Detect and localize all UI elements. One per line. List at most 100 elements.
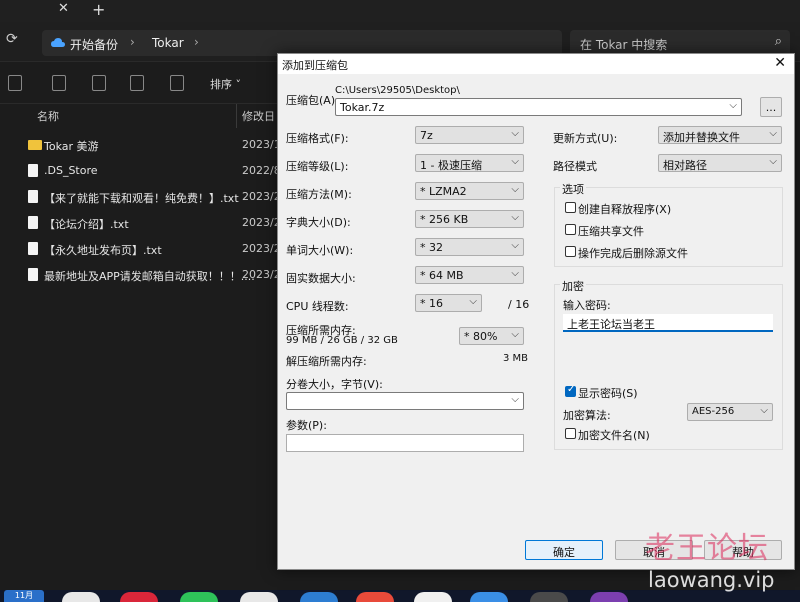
cloud-icon [51,38,65,47]
breadcrumb-separator[interactable]: › [194,35,199,49]
taskbar-app-icon[interactable] [470,592,508,602]
taskbar-app-icon[interactable] [414,592,452,602]
explorer-toolbar: 排序 ˅ [0,62,278,104]
show-password-label[interactable]: 显示密码(S) [578,385,638,401]
chevron-down-icon[interactable]: ⌵ [511,268,519,279]
new-tab-button[interactable]: + [92,0,105,19]
breadcrumb-home[interactable]: 开始备份 [70,36,118,53]
format-value: 7z [420,129,433,142]
chevron-down-icon[interactable]: ⌵ [511,128,519,139]
chevron-down-icon[interactable]: ⌵ [760,405,768,416]
archive-label: 压缩包(A) [286,94,336,107]
column-divider[interactable] [236,104,237,128]
memory-percent-value: * 80% [464,330,498,343]
method-select[interactable]: * LZMA2 ⌵ [415,182,524,200]
shared-checkbox[interactable] [565,224,576,235]
delete-checkbox[interactable] [565,246,576,257]
chevron-down-icon[interactable]: ⌵ [511,184,519,195]
format-select[interactable]: 7z ⌵ [415,126,524,144]
list-item[interactable]: .DS_Store 2022/8 [24,160,281,182]
word-select[interactable]: * 32 ⌵ [415,238,524,256]
show-password-checkbox[interactable] [565,384,576,397]
breadcrumb-separator[interactable]: › [130,35,135,49]
solid-select[interactable]: * 64 MB ⌵ [415,266,524,284]
file-date: 2023/2 [242,242,281,255]
taskbar-calendar-icon[interactable]: 11月 [4,590,44,602]
solid-value: * 64 MB [420,269,464,282]
format-label: 压缩格式(F): [286,132,349,145]
chevron-down-icon[interactable]: ⌵ [769,156,777,167]
taskbar-app-icon[interactable] [62,592,100,602]
search-icon[interactable]: ⌕ [775,34,782,49]
archive-name-value: Tokar.7z [340,101,385,114]
dict-label: 字典大小(D): [286,216,351,229]
path-mode-select[interactable]: 相对路径 ⌵ [658,154,782,172]
file-name: .DS_Store [44,164,98,177]
taskbar-app-icon[interactable] [180,592,218,602]
chevron-down-icon[interactable]: ⌵ [469,296,477,307]
delete-label[interactable]: 操作完成后删除源文件 [578,245,688,261]
options-title: 选项 [560,181,586,197]
chevron-down-icon[interactable]: ⌵ [769,128,777,139]
chevron-down-icon[interactable]: ⌵ [729,100,737,111]
memory-percent-select[interactable]: * 80% ⌵ [459,327,524,345]
taskbar-app-icon[interactable] [590,592,628,602]
encrypt-names-label[interactable]: 加密文件名(N) [578,427,650,443]
share-icon[interactable] [130,75,144,91]
encryption-title: 加密 [560,278,586,294]
dict-select[interactable]: * 256 KB ⌵ [415,210,524,228]
chevron-down-icon[interactable]: ⌵ [511,240,519,251]
browse-button[interactable]: ... [760,97,782,117]
paste-icon[interactable] [52,75,66,91]
file-name: 【永久地址发布页】.txt [44,244,162,257]
cpu-select[interactable]: * 16 ⌵ [415,294,482,312]
cpu-value: * 16 [420,297,443,310]
list-item[interactable]: 【论坛介绍】.txt 2023/2 [24,212,281,234]
list-item[interactable]: 最新地址及APP请发邮箱自动获取！！！.... 2023/2 [24,264,281,286]
taskbar-app-icon[interactable] [240,592,278,602]
chevron-down-icon[interactable]: ⌵ [511,156,519,167]
breadcrumb-folder[interactable]: Tokar [152,36,184,50]
taskbar-app-icon[interactable] [120,592,158,602]
password-input[interactable]: 上老王论坛当老王 [563,314,773,332]
taskbar-app-icon[interactable] [530,592,568,602]
file-name: 【论坛介绍】.txt [44,218,129,231]
chevron-down-icon[interactable]: ⌵ [511,394,519,405]
shared-label[interactable]: 压缩共享文件 [578,223,644,239]
sfx-label[interactable]: 创建自释放程序(X) [578,201,671,217]
ok-button[interactable]: 确定 [525,540,603,560]
taskbar-app-icon[interactable] [356,592,394,602]
column-header-name[interactable]: 名称 [37,108,59,124]
encrypt-names-checkbox[interactable] [565,428,576,439]
list-item[interactable]: 【来了就能下载和观看！纯免费！】.txt 2023/2 [24,186,281,208]
path-mode-label: 路径模式 [553,160,597,173]
close-icon[interactable]: ✕ [774,55,786,71]
column-header-date[interactable]: 修改日 [242,108,275,124]
level-select[interactable]: 1 - 极速压缩 ⌵ [415,154,524,172]
tab-close-button[interactable]: ✕ [58,1,69,16]
rename-icon[interactable] [92,75,106,91]
sort-button[interactable]: 排序 ˅ [210,76,241,92]
word-label: 单词大小(W): [286,244,354,257]
delete-icon[interactable] [170,75,184,91]
params-input[interactable] [286,434,524,452]
split-label: 分卷大小，字节(V): [286,378,383,391]
archive-name-combo[interactable]: Tokar.7z ⌵ [335,98,742,116]
chevron-down-icon[interactable]: ⌵ [511,212,519,223]
watermark-logo-text: 老王论坛 [645,531,769,566]
taskbar-app-icon[interactable] [300,592,338,602]
chevron-down-icon[interactable]: ⌵ [511,329,519,340]
list-item[interactable]: 【永久地址发布页】.txt 2023/2 [24,238,281,260]
encryption-method-select[interactable]: AES-256 ⌵ [687,403,773,421]
file-date: 2023/1 [242,138,281,151]
copy-icon[interactable] [8,75,22,91]
split-size-combo[interactable]: ⌵ [286,392,524,410]
refresh-icon[interactable]: ⟳ [6,31,18,47]
sfx-checkbox[interactable] [565,202,576,213]
update-mode-select[interactable]: 添加并替换文件 ⌵ [658,126,782,144]
word-value: * 32 [420,241,443,254]
dict-value: * 256 KB [420,213,469,226]
list-item[interactable]: Tokar 美游 2023/1 [24,134,281,156]
file-name: Tokar 美游 [44,140,99,153]
memory-value: 99 MB / 26 GB / 32 GB [286,335,398,346]
